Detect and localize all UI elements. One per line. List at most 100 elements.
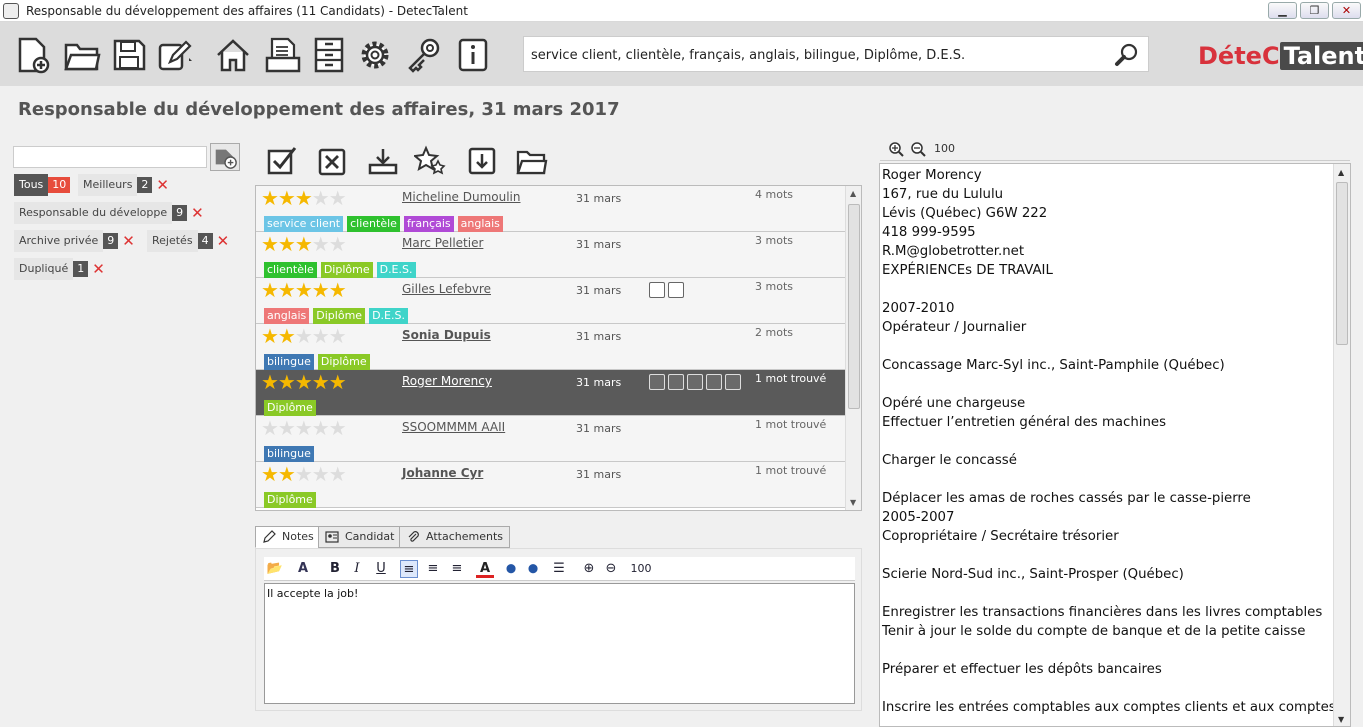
close-window-button[interactable]: ✕ — [1332, 2, 1361, 19]
candidate-name-link[interactable]: Johanne Cyr — [402, 466, 483, 480]
filter-tous[interactable]: Tous 10 — [14, 174, 71, 196]
scroll-down-icon[interactable]: ▼ — [850, 498, 856, 507]
candidate-name-link[interactable]: Roger Morency — [402, 374, 492, 388]
candidate-row[interactable]: ★★★★★ Sonia Dupuis 31 mars 2 mots biling… — [256, 324, 845, 370]
candidate-row[interactable]: ★★★★★ Micheline Dumoulin 31 mars 4 mots … — [256, 186, 845, 232]
star-icon[interactable] — [706, 374, 722, 390]
person-icon[interactable] — [687, 374, 703, 390]
open-candidate-folder-button[interactable] — [516, 145, 548, 177]
filter-responsable[interactable]: Responsable du développe 9 ✕ — [14, 202, 204, 224]
candidate-row-selected[interactable]: ★★★★★ Roger Morency 31 mars 1 mot trouvé… — [256, 370, 845, 416]
reject-button[interactable] — [316, 145, 348, 177]
tag-filter-input[interactable] — [13, 146, 207, 168]
import-button[interactable] — [466, 145, 498, 177]
pencil-icon — [263, 530, 276, 543]
zoom-out-icon[interactable]: ⊖ — [602, 560, 620, 578]
notes-text-area[interactable]: Il accepte la job! — [264, 583, 855, 704]
candidate-row[interactable]: ★★★★★ Gilles Lefebvre 31 mars 3 mots ang… — [256, 278, 845, 324]
star-rating[interactable]: ★★★★★ — [261, 418, 347, 438]
scroll-up-icon[interactable]: ▲ — [850, 189, 856, 198]
star-rating[interactable]: ★★★★★ — [261, 372, 347, 392]
check-all-button[interactable] — [266, 145, 298, 177]
new-file-button[interactable] — [14, 36, 52, 74]
archive-button[interactable] — [310, 36, 348, 74]
info-button[interactable] — [454, 36, 492, 74]
paperclip-icon[interactable] — [725, 374, 741, 390]
pencil-note-icon[interactable] — [649, 282, 665, 298]
resume-line: EXPÉRIENCEs DE TRAVAIL — [882, 263, 1053, 278]
resume-line — [882, 280, 1332, 299]
documents-button[interactable] — [264, 36, 302, 74]
pencil-note-icon[interactable] — [649, 374, 665, 390]
open-folder-button[interactable] — [63, 36, 101, 74]
keyword-tag: bilingue — [264, 354, 314, 370]
candidate-name-link[interactable]: Micheline Dumoulin — [402, 190, 521, 204]
star-rating[interactable]: ★★★★★ — [261, 234, 347, 254]
remove-filter-icon[interactable]: ✕ — [122, 230, 135, 252]
italic-button[interactable]: I — [348, 560, 366, 578]
candidate-name-link[interactable]: Marc Pelletier — [402, 236, 483, 250]
home-button[interactable] — [214, 36, 252, 74]
candidate-row[interactable]: ★★★★★ Johanne Cyr 31 mars 1 mot trouvé D… — [256, 462, 845, 508]
star-rating[interactable]: ★★★★★ — [261, 280, 347, 300]
open-file-icon[interactable]: 📂 — [266, 560, 284, 578]
text-color-icon[interactable]: A — [476, 560, 494, 578]
filter-duplique[interactable]: Dupliqué 1 ✕ — [14, 258, 105, 280]
resume-scrollbar[interactable]: ▲ ▼ — [1333, 164, 1350, 726]
indent-icon[interactable]: ⬤ — [524, 560, 542, 578]
add-tag-button[interactable] — [210, 143, 240, 171]
outdent-icon[interactable]: ⬤ — [502, 560, 520, 578]
info-icon — [458, 38, 488, 72]
phone-icon[interactable] — [668, 282, 684, 298]
save-button[interactable] — [110, 36, 148, 74]
phone-icon[interactable] — [668, 374, 684, 390]
keyword-count: 1 mot trouvé — [755, 464, 827, 477]
remove-filter-icon[interactable]: ✕ — [156, 174, 169, 196]
tab-candidat[interactable]: Candidat — [318, 526, 402, 548]
tab-notes[interactable]: Notes — [255, 526, 321, 548]
zoom-in-icon[interactable]: ⊕ — [580, 560, 598, 578]
keyword-tag: français — [403, 216, 454, 232]
resume-line: Roger Morency — [882, 168, 982, 183]
download-button[interactable] — [367, 145, 399, 177]
favorite-button[interactable] — [412, 145, 446, 177]
keyword-search-input[interactable] — [531, 44, 1101, 66]
remove-filter-icon[interactable]: ✕ — [191, 202, 204, 224]
zoom-in-icon[interactable] — [888, 141, 904, 157]
filter-rejetes[interactable]: Rejetés 4 ✕ — [147, 230, 229, 252]
star-rating[interactable]: ★★★★★ — [261, 326, 347, 346]
bold-button[interactable]: B — [326, 560, 344, 578]
maximize-button[interactable]: ❐ — [1300, 2, 1329, 19]
settings-button[interactable] — [356, 36, 394, 74]
keyword-tag: Diplôme — [320, 262, 373, 278]
scrollbar-thumb[interactable] — [1336, 182, 1348, 345]
scroll-down-icon[interactable]: ▼ — [1338, 715, 1344, 724]
tab-attachements[interactable]: Attachements — [399, 526, 510, 548]
candidate-name-link[interactable]: Sonia Dupuis — [402, 328, 491, 342]
candidate-list-scrollbar[interactable]: ▲ ▼ — [845, 186, 861, 510]
align-right-icon[interactable]: ≡ — [448, 560, 466, 578]
star-rating[interactable]: ★★★★★ — [261, 464, 347, 484]
resume-viewer[interactable]: Roger Morency 167, rue du Lululu Lévis (Qu… — [879, 163, 1351, 727]
key-button[interactable] — [405, 36, 443, 74]
remove-filter-icon[interactable]: ✕ — [217, 230, 230, 252]
scrollbar-thumb[interactable] — [848, 204, 860, 409]
align-center-icon[interactable]: ≡ — [424, 560, 442, 578]
remove-filter-icon[interactable]: ✕ — [92, 258, 105, 280]
filter-archive-privee[interactable]: Archive privée 9 ✕ — [14, 230, 135, 252]
candidate-name-link[interactable]: Gilles Lefebvre — [402, 282, 491, 296]
scroll-up-icon[interactable]: ▲ — [1338, 168, 1344, 177]
candidate-name-link[interactable]: SSOOMMMM AAII — [402, 420, 505, 434]
filter-meilleurs[interactable]: Meilleurs 2 ✕ — [78, 174, 169, 196]
zoom-out-icon[interactable] — [910, 141, 926, 157]
candidate-row[interactable]: ★★★★★ Marc Pelletier 31 mars 3 mots clie… — [256, 232, 845, 278]
bullet-list-icon[interactable]: ☰ — [550, 560, 568, 578]
search-icon[interactable] — [1114, 42, 1140, 68]
align-left-icon[interactable]: ≡ — [400, 560, 418, 578]
font-icon[interactable]: A — [294, 560, 312, 578]
edit-button[interactable] — [156, 36, 194, 74]
star-rating[interactable]: ★★★★★ — [261, 188, 347, 208]
underline-button[interactable]: U — [372, 560, 390, 578]
minimize-button[interactable]: ▁ — [1268, 2, 1297, 19]
candidate-row[interactable]: ★★★★★ SSOOMMMM AAII 31 mars 1 mot trouvé… — [256, 416, 845, 462]
